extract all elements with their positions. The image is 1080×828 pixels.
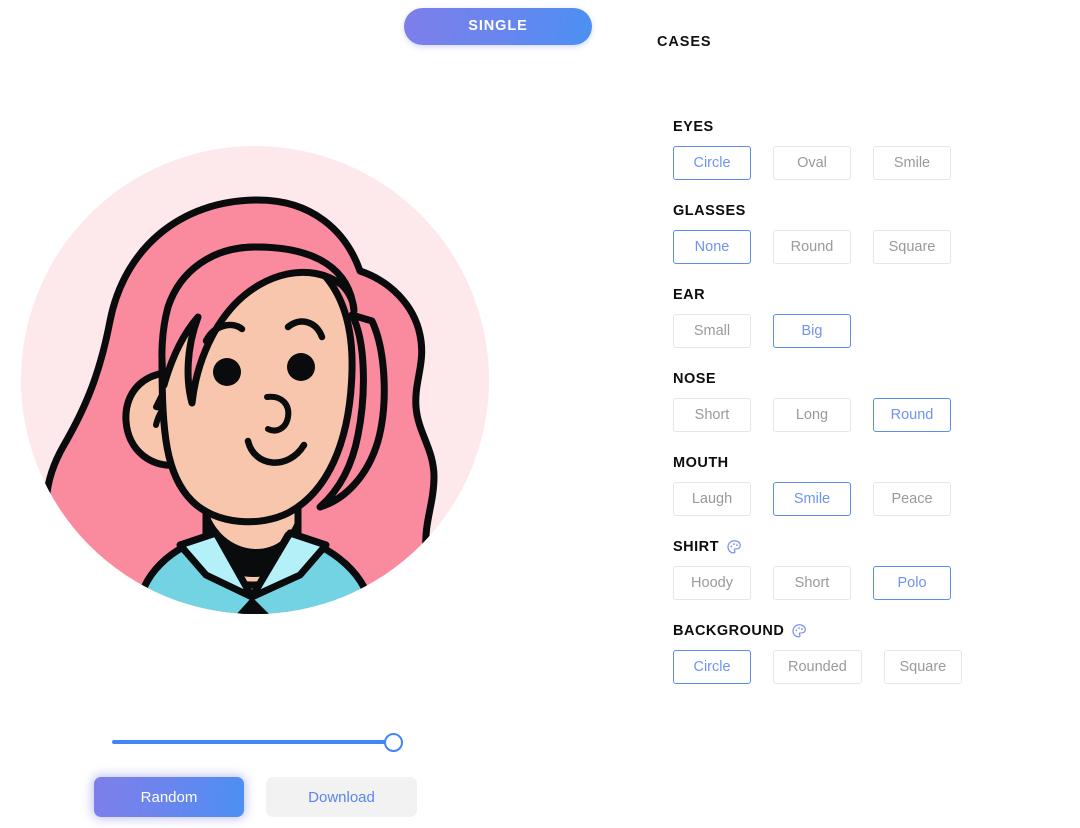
option-eyes-smile[interactable]: Smile	[873, 146, 951, 180]
option-mouth-peace-label: Peace	[891, 491, 933, 507]
options-panel: EYES Circle Oval Smile GLASSES None Roun…	[673, 118, 1073, 706]
option-mouth-smile-label: Smile	[793, 491, 831, 507]
option-shirt-hoody[interactable]: Hoody	[673, 566, 751, 600]
option-label-mouth: MOUTH	[673, 454, 1073, 472]
option-group-background: BACKGROUND Circle Rounded Square	[673, 622, 1073, 684]
download-button-label: Download	[308, 788, 375, 806]
option-choices-shirt: Hoody Short Polo	[673, 566, 1073, 600]
option-background-rounded-label: Rounded	[788, 659, 847, 675]
palette-icon[interactable]	[726, 539, 743, 556]
option-nose-long-label: Long	[795, 407, 829, 423]
tab-cases[interactable]: CASES	[657, 34, 711, 50]
option-nose-long[interactable]: Long	[773, 398, 851, 432]
option-choices-nose: Short Long Round	[673, 398, 1073, 432]
option-group-nose: NOSE Short Long Round	[673, 370, 1073, 432]
option-background-circle[interactable]: Circle	[673, 650, 751, 684]
avatar-illustration	[21, 146, 489, 614]
option-label-glasses-text: GLASSES	[673, 203, 746, 219]
option-eyes-oval-label: Oval	[797, 155, 827, 171]
option-glasses-round-label: Round	[790, 239, 834, 255]
option-group-mouth: MOUTH Laugh Smile Peace	[673, 454, 1073, 516]
option-choices-glasses: None Round Square	[673, 230, 1073, 264]
tab-cases-label: CASES	[657, 34, 712, 50]
option-choices-ear: Small Big	[673, 314, 1073, 348]
tab-single[interactable]: SINGLE	[404, 7, 592, 45]
option-label-nose-text: NOSE	[673, 371, 717, 387]
option-label-ear: EAR	[673, 286, 1073, 304]
option-mouth-smile[interactable]: Smile	[773, 482, 851, 516]
option-choices-mouth: Laugh Smile Peace	[673, 482, 1073, 516]
option-group-eyes: EYES Circle Oval Smile	[673, 118, 1073, 180]
avatar-preview[interactable]	[20, 145, 490, 615]
option-group-ear: EAR Small Big	[673, 286, 1073, 348]
option-glasses-square[interactable]: Square	[873, 230, 951, 264]
option-ear-small[interactable]: Small	[673, 314, 751, 348]
option-shirt-short[interactable]: Short	[773, 566, 851, 600]
option-shirt-polo[interactable]: Polo	[873, 566, 951, 600]
action-button-row: Random Download	[94, 777, 417, 817]
option-group-shirt: SHIRT Hoody Short Polo	[673, 538, 1073, 600]
option-glasses-round[interactable]: Round	[773, 230, 851, 264]
palette-icon[interactable]	[791, 623, 808, 640]
option-label-glasses: GLASSES	[673, 202, 1073, 220]
zoom-slider[interactable]	[112, 732, 403, 753]
option-label-ear-text: EAR	[673, 287, 706, 303]
option-glasses-square-label: Square	[888, 239, 936, 255]
option-eyes-circle[interactable]: Circle	[673, 146, 751, 180]
option-nose-round-label: Round	[890, 407, 934, 423]
option-group-glasses: GLASSES None Round Square	[673, 202, 1073, 264]
slider-track[interactable]	[112, 740, 400, 744]
option-background-square[interactable]: Square	[883, 650, 962, 684]
option-label-nose: NOSE	[673, 370, 1073, 388]
avatar-eye-right	[287, 353, 315, 381]
option-eyes-circle-label: Circle	[693, 155, 731, 171]
download-button[interactable]: Download	[266, 777, 417, 817]
random-button[interactable]: Random	[94, 777, 244, 817]
avatar-eye-left	[213, 358, 241, 386]
option-ear-small-label: Small	[693, 323, 731, 339]
option-nose-short-label: Short	[694, 407, 730, 423]
option-background-square-label: Square	[899, 659, 947, 675]
tab-single-label: SINGLE	[468, 18, 528, 34]
option-label-shirt-text: SHIRT	[673, 539, 719, 555]
option-shirt-hoody-label: Hoody	[691, 575, 733, 591]
option-nose-short[interactable]: Short	[673, 398, 751, 432]
option-label-eyes-text: EYES	[673, 119, 714, 135]
option-label-eyes: EYES	[673, 118, 1073, 136]
option-shirt-polo-label: Polo	[897, 575, 927, 591]
option-glasses-none[interactable]: None	[673, 230, 751, 264]
option-label-background-text: BACKGROUND	[673, 623, 785, 639]
option-label-shirt: SHIRT	[673, 538, 1073, 556]
option-mouth-laugh[interactable]: Laugh	[673, 482, 751, 516]
slider-thumb[interactable]	[384, 732, 403, 752]
option-background-circle-label: Circle	[693, 659, 731, 675]
option-glasses-none-label: None	[694, 239, 730, 255]
option-label-background: BACKGROUND	[673, 622, 1073, 640]
option-background-rounded[interactable]: Rounded	[773, 650, 862, 684]
option-ear-big-label: Big	[801, 323, 823, 339]
option-shirt-short-label: Short	[794, 575, 830, 591]
option-eyes-smile-label: Smile	[893, 155, 931, 171]
option-choices-background: Circle Rounded Square	[673, 650, 1073, 684]
option-label-mouth-text: MOUTH	[673, 455, 729, 471]
random-button-label: Random	[140, 788, 198, 806]
option-mouth-laugh-label: Laugh	[691, 491, 733, 507]
avatar-panel: Random Download	[0, 90, 520, 817]
option-eyes-oval[interactable]: Oval	[773, 146, 851, 180]
option-mouth-peace[interactable]: Peace	[873, 482, 951, 516]
option-nose-round[interactable]: Round	[873, 398, 951, 432]
option-ear-big[interactable]: Big	[773, 314, 851, 348]
option-choices-eyes: Circle Oval Smile	[673, 146, 1073, 180]
